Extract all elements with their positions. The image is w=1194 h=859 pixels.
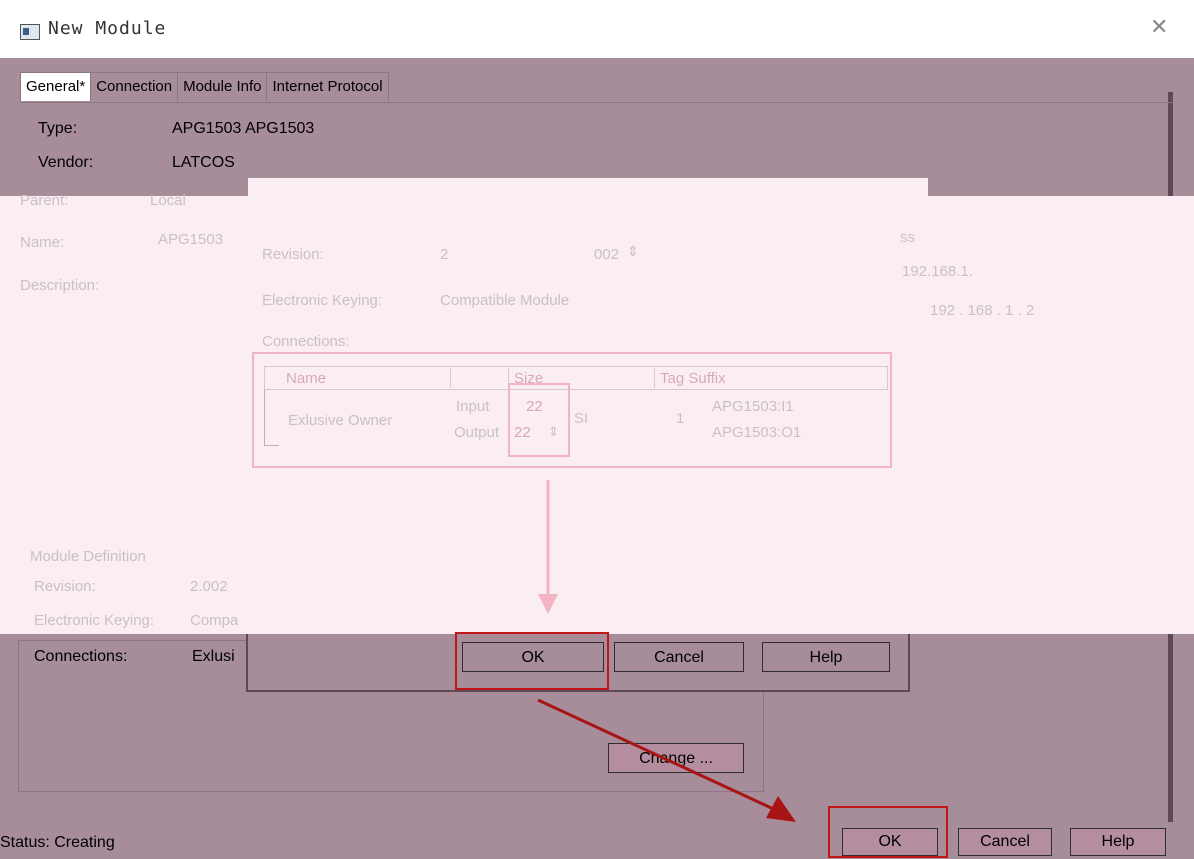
col-divider [450,368,451,388]
md-revision-label: Revision: [34,578,96,595]
close-icon[interactable]: ✕ [1150,16,1168,38]
tag-suffix-input: APG1503:I1 [712,398,794,415]
description-label: Description: [20,277,100,294]
module-definition-group-label: Module Definition [30,548,146,565]
md-keying-label: Electronic Keying: [34,612,155,629]
pink-arrow-down [538,480,558,614]
revision-label: Revision: [262,246,324,263]
connections-label: Connections: [262,333,350,350]
row-bracket [264,390,279,446]
address-label-fragment: ss [900,229,915,246]
connection-name: Exlusive Owner [288,412,393,429]
tab-general[interactable]: General* [20,72,92,101]
help-button[interactable]: Help [1070,828,1166,856]
size-unit: SI [574,410,589,427]
tab-connection[interactable]: Connection [90,72,179,101]
electronic-keying-label: Electronic Keying: [262,292,383,309]
ip-address-field[interactable]: 192 . 168 . 1 . 2 [930,302,1034,319]
main-ok-highlight [828,806,948,858]
status-text: Status: Creating [0,834,115,851]
revision-cancel-button[interactable]: Cancel [614,642,744,672]
col-divider [654,368,655,388]
md-connections-label: Connections: [34,648,128,665]
title-bar [0,0,1194,58]
electronic-keying-value[interactable]: Compatible Module [440,292,569,309]
type-label: Type: [38,120,78,137]
ip-address-fragment: 192.168.1. [902,263,973,280]
revision-spinner-icon[interactable]: ⇕ [627,243,639,260]
overlay-band-top [248,178,928,198]
vendor-value: LATCOS [172,154,235,171]
status-bar [0,820,830,859]
type-value: APG1503 APG1503 [172,120,315,137]
revision-help-button[interactable]: Help [762,642,890,672]
tag-suffix-output: APG1503:O1 [712,424,802,441]
name-value: APG1503 [158,231,224,248]
revision-major[interactable]: 2 [440,246,448,263]
col-header-name: Name [286,370,327,387]
size-column-highlight [508,383,570,457]
ok-button-highlight [455,632,609,690]
name-label: Name: [20,234,65,251]
output-label: Output [454,424,500,441]
col-header-tag-suffix: Tag Suffix [660,370,726,387]
tab-bar: General* Connection Module Info Internet… [20,72,389,102]
revision-minor[interactable]: 002 [594,246,619,263]
parent-label: Parent: [20,192,69,209]
red-arrow-to-ok [537,698,796,822]
tab-internet-protocol[interactable]: Internet Protocol [266,72,389,101]
md-connections-value: Exlusi [192,648,235,665]
vendor-label: Vendor: [38,154,94,171]
md-keying-value: Compa [190,612,239,629]
app-window-icon [20,24,40,40]
connection-count: 1 [676,410,685,427]
tab-module-info[interactable]: Module Info [177,72,268,101]
md-revision-value: 2.002 [190,578,228,595]
connections-table-header [264,366,888,390]
parent-value: Local [150,192,186,209]
window-title: New Module [48,18,167,39]
input-label: Input [456,398,490,415]
cancel-button[interactable]: Cancel [958,828,1052,856]
